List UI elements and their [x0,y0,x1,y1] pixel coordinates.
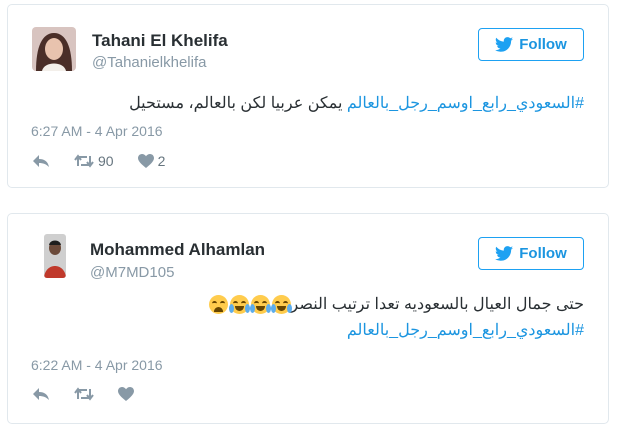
like-count: 2 [157,153,166,169]
reply-icon [33,388,49,400]
hashtag-link[interactable]: #السعودي_رابع_اوسم_رجل_بالعالم [347,95,584,112]
tweet-card: Tahani El Khelifa @Tahanielkhelifa Follo… [7,4,609,188]
tweet-actions [32,387,158,401]
retweet-button[interactable] [74,387,94,401]
display-name[interactable]: Mohammed Alhamlan [90,240,265,260]
reply-button[interactable] [32,387,50,401]
tweet-timestamp[interactable]: 6:22 AM - 4 Apr 2016 [31,357,163,373]
display-name[interactable]: Tahani El Khelifa [92,31,228,51]
face-with-tears-of-joy-icon [228,294,250,314]
tired-face-icon [208,294,228,314]
face-with-tears-of-joy-icon [249,294,271,314]
avatar[interactable] [44,234,66,278]
retweet-count: 90 [98,153,114,169]
reply-button[interactable] [32,154,50,168]
follow-label: Follow [519,36,567,53]
tweet-card: Mohammed Alhamlan @M7MD105 Follow حتى جم… [7,213,609,424]
tweet-text: حتى جمال العيال بالسعوديه تعدا ترتيب الن… [207,294,585,314]
user-handle[interactable]: @M7MD105 [90,264,174,281]
hashtag-link[interactable]: #السعودي_رابع_اوسم_رجل_بالعالم [347,320,584,340]
retweet-icon [74,154,94,168]
like-button[interactable]: 2 [137,153,166,169]
reply-icon [33,155,49,167]
heart-icon [118,387,134,401]
like-button[interactable] [118,387,134,401]
retweet-button[interactable]: 90 [74,153,114,169]
heart-icon [137,154,154,168]
tweet-timestamp[interactable]: 6:27 AM - 4 Apr 2016 [31,123,163,139]
follow-button[interactable]: Follow [478,28,584,61]
avatar[interactable] [32,27,76,71]
tweet-body: حتى جمال العيال بالسعوديه تعدا ترتيب الن… [290,296,585,313]
follow-label: Follow [519,245,567,262]
tweet-text: #السعودي_رابع_اوسم_رجل_بالعالم يمكن عربي… [129,93,584,113]
tweet-actions: 90 2 [32,153,189,169]
tweet-body: يمكن عربيا لكن بالعالم، مستحيل [129,95,347,112]
twitter-bird-icon [495,37,514,52]
retweet-icon [74,387,94,401]
face-with-tears-of-joy-icon [270,294,292,314]
follow-button[interactable]: Follow [478,237,584,270]
twitter-bird-icon [495,246,514,261]
user-handle[interactable]: @Tahanielkhelifa [92,54,206,71]
